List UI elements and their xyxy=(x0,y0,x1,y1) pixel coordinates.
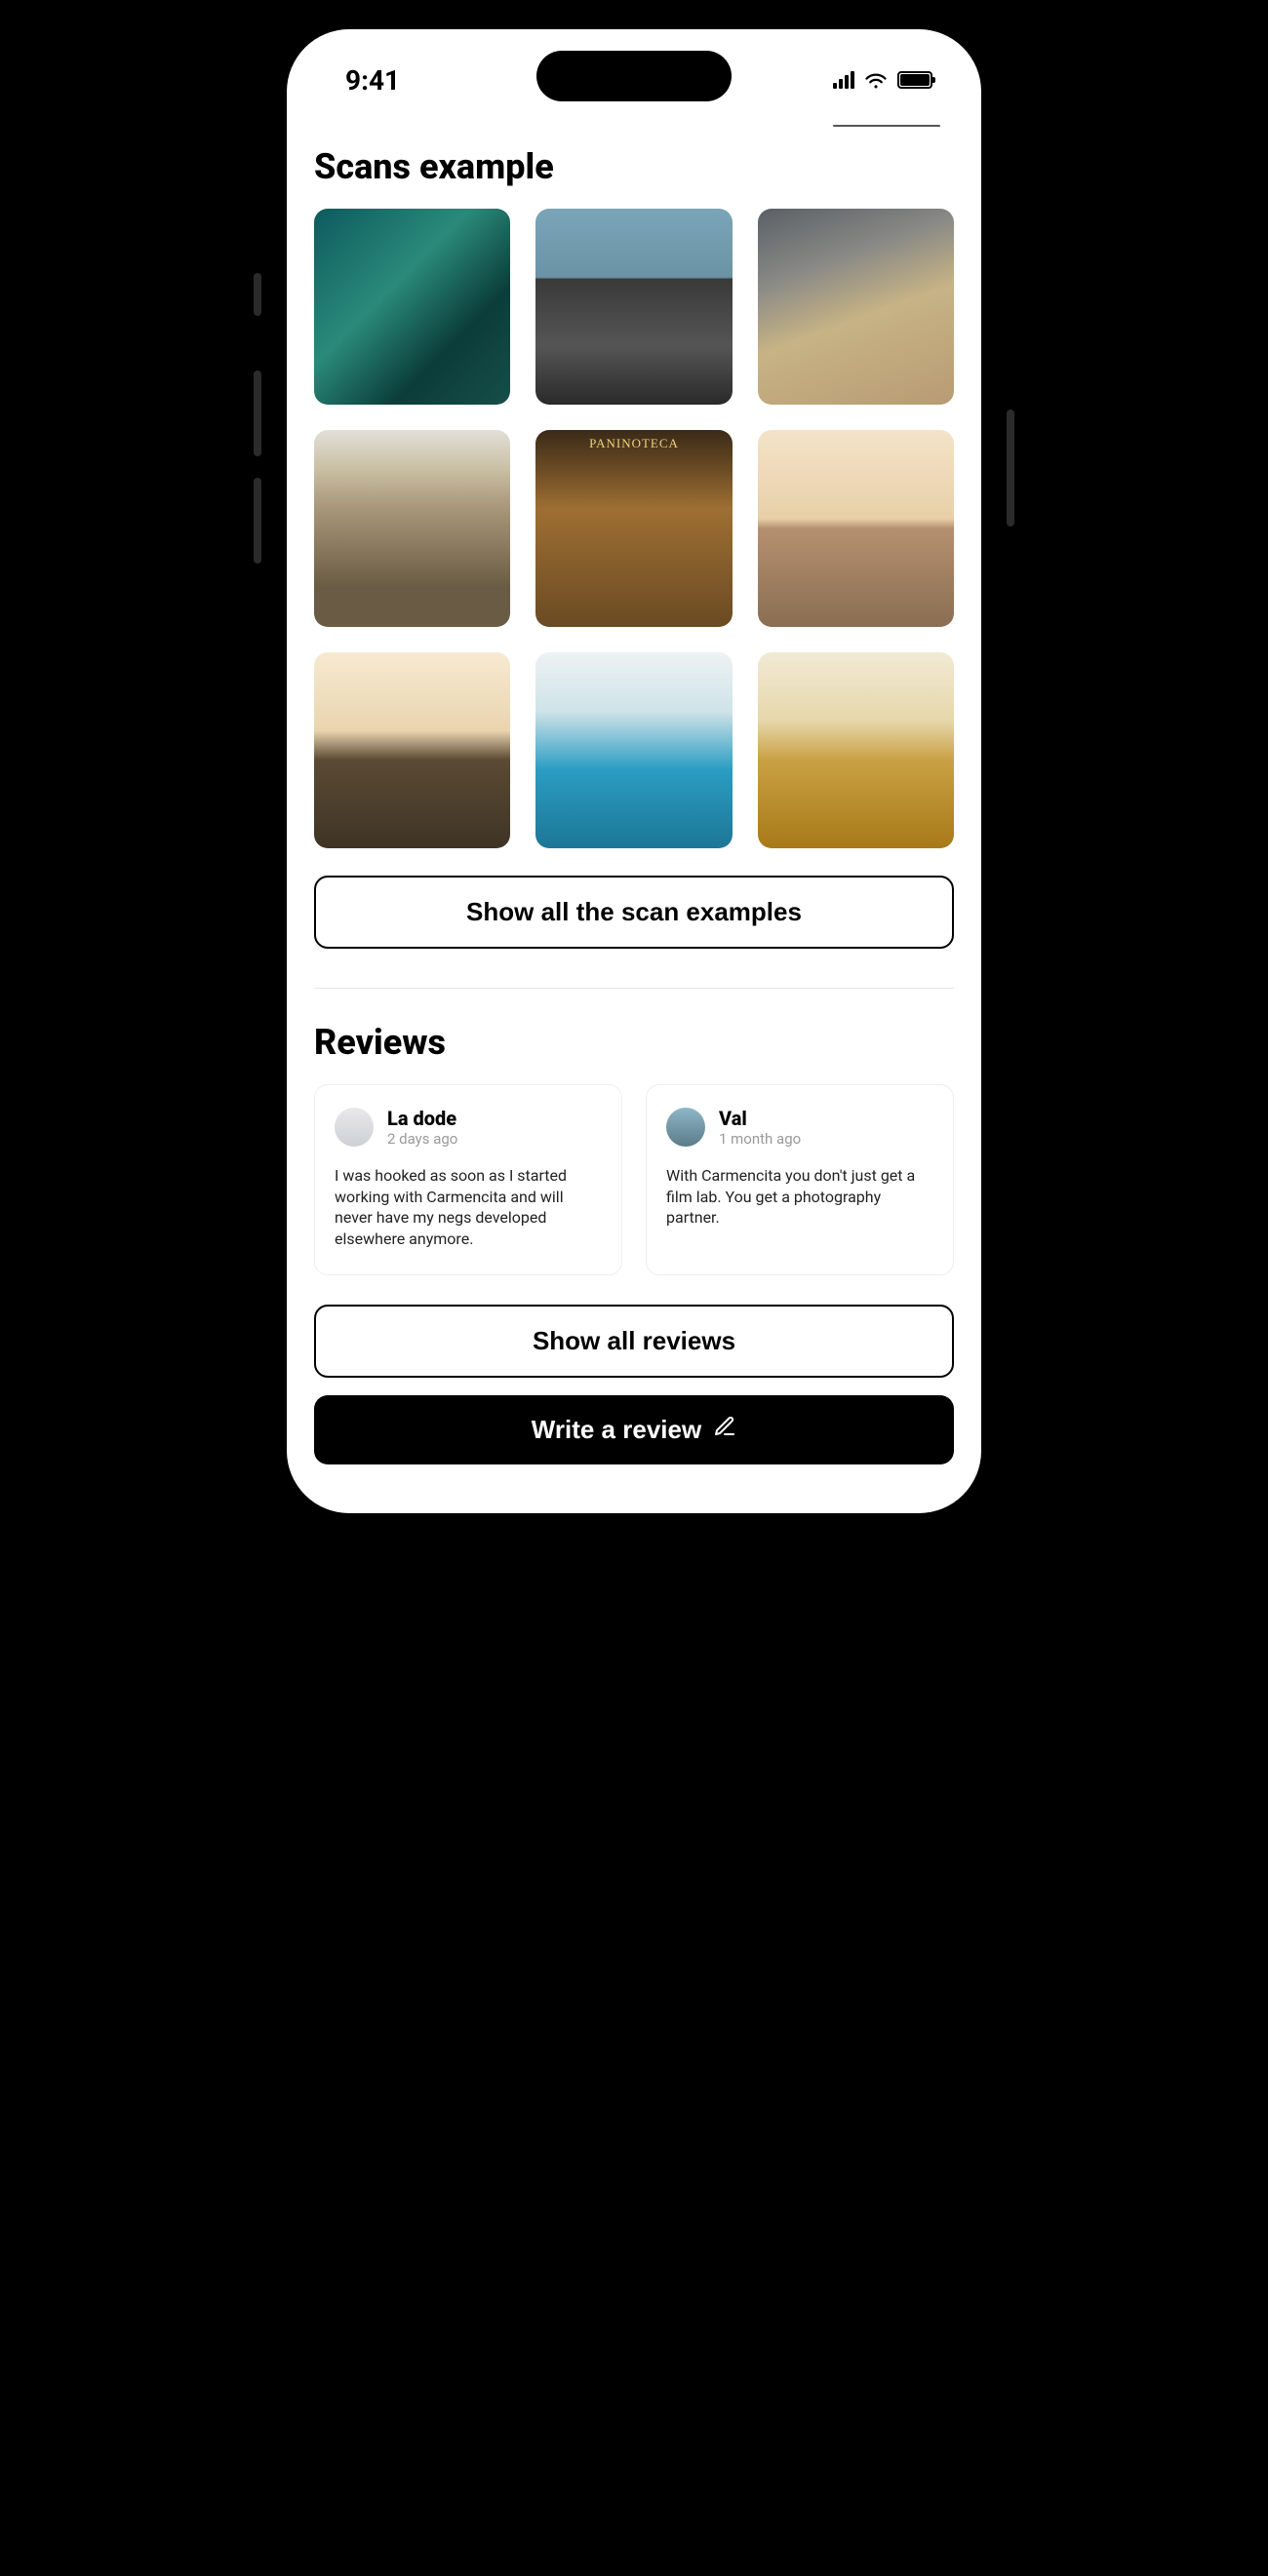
show-all-reviews-button[interactable]: Show all reviews xyxy=(314,1305,954,1378)
review-card[interactable]: La dode 2 days ago I was hooked as soon … xyxy=(314,1084,622,1275)
write-review-button[interactable]: Write a review xyxy=(314,1395,954,1464)
volume-down-button xyxy=(254,478,261,564)
scan-thumbnail[interactable] xyxy=(314,209,510,405)
wifi-icon xyxy=(864,70,888,90)
review-author: La dode xyxy=(387,1107,457,1130)
review-time: 1 month ago xyxy=(719,1130,801,1148)
review-card[interactable]: Val 1 month ago With Carmencita you don'… xyxy=(646,1084,954,1275)
avatar xyxy=(666,1108,705,1147)
screen: 9:41 Scans ex xyxy=(287,29,981,1513)
reviews-title: Reviews xyxy=(314,1022,954,1063)
status-underline xyxy=(833,125,940,127)
cellular-icon xyxy=(833,71,854,89)
section-divider xyxy=(314,988,954,989)
status-time: 9:41 xyxy=(345,64,400,97)
scan-thumbnail[interactable] xyxy=(314,652,510,848)
scan-thumbnail[interactable] xyxy=(535,652,732,848)
show-all-scans-button[interactable]: Show all the scan examples xyxy=(314,876,954,949)
scan-thumbnail[interactable] xyxy=(758,430,954,626)
side-button xyxy=(254,273,261,316)
review-time: 2 days ago xyxy=(387,1130,457,1148)
edit-icon xyxy=(713,1415,736,1445)
scan-thumbnail[interactable] xyxy=(535,430,732,626)
power-button xyxy=(1007,410,1014,527)
scan-thumbnail[interactable] xyxy=(758,209,954,405)
review-body: With Carmencita you don't just get a fil… xyxy=(666,1165,933,1229)
avatar xyxy=(335,1108,374,1147)
device-frame: 9:41 Scans ex xyxy=(258,0,1010,1542)
status-icons xyxy=(833,70,932,90)
battery-icon xyxy=(897,71,932,89)
dynamic-island xyxy=(536,51,732,101)
scan-thumbnail[interactable] xyxy=(314,430,510,626)
scan-thumbnail[interactable] xyxy=(535,209,732,405)
review-author: Val xyxy=(719,1107,801,1130)
scans-grid xyxy=(314,209,954,848)
write-review-label: Write a review xyxy=(532,1415,701,1445)
scans-title: Scans example xyxy=(314,146,954,187)
review-body: I was hooked as soon as I started workin… xyxy=(335,1165,602,1249)
volume-up-button xyxy=(254,371,261,456)
scan-thumbnail[interactable] xyxy=(758,652,954,848)
reviews-row[interactable]: La dode 2 days ago I was hooked as soon … xyxy=(314,1084,954,1275)
